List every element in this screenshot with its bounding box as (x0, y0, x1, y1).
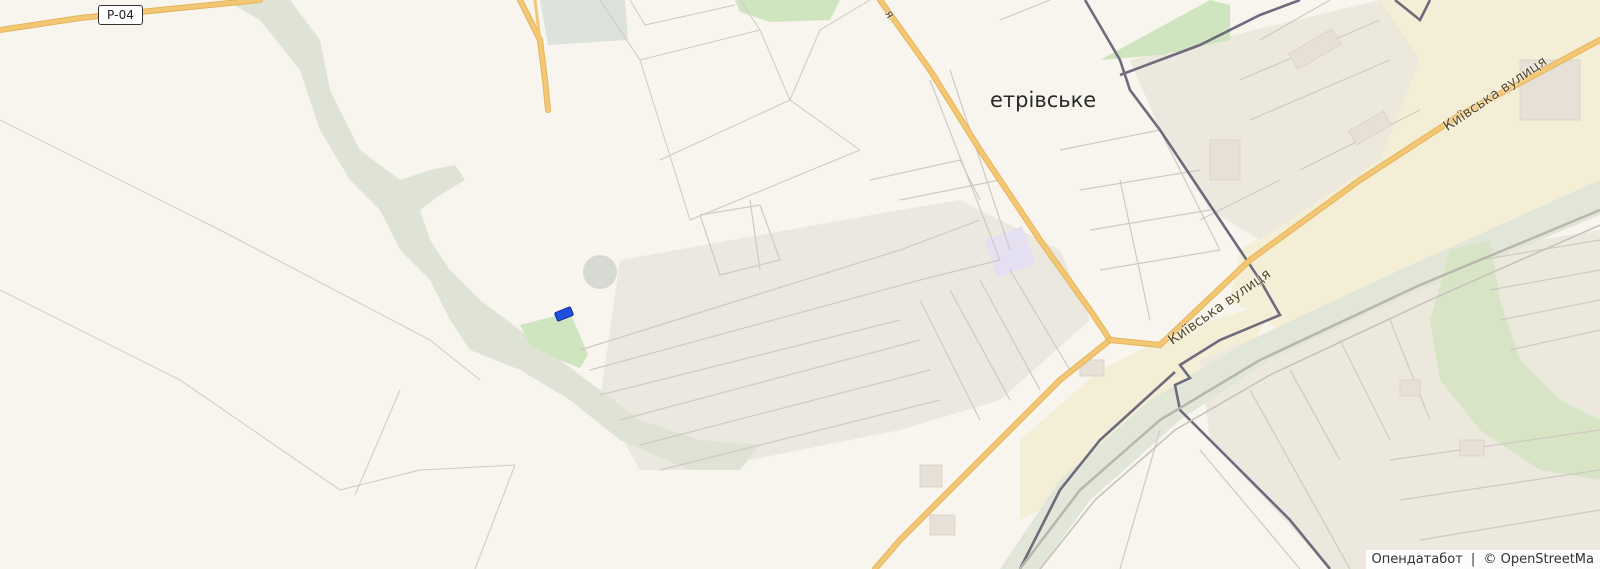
road-shield-r04[interactable]: Р-04 (98, 5, 143, 25)
attribution-provider-link[interactable]: Опендатабот (1372, 552, 1463, 567)
pond-area (583, 255, 617, 289)
attribution-osm-link[interactable]: © OpenStreetMa (1483, 552, 1594, 567)
map-canvas[interactable] (0, 0, 1600, 569)
place-label[interactable]: етрівське (990, 88, 1096, 112)
attribution-separator: | (1470, 552, 1476, 567)
map-attribution: Опендатабот | © OpenStreetMa (1365, 550, 1600, 569)
map-view[interactable]: Р-04 етрівське Київська вулиця Київська … (0, 0, 1600, 569)
